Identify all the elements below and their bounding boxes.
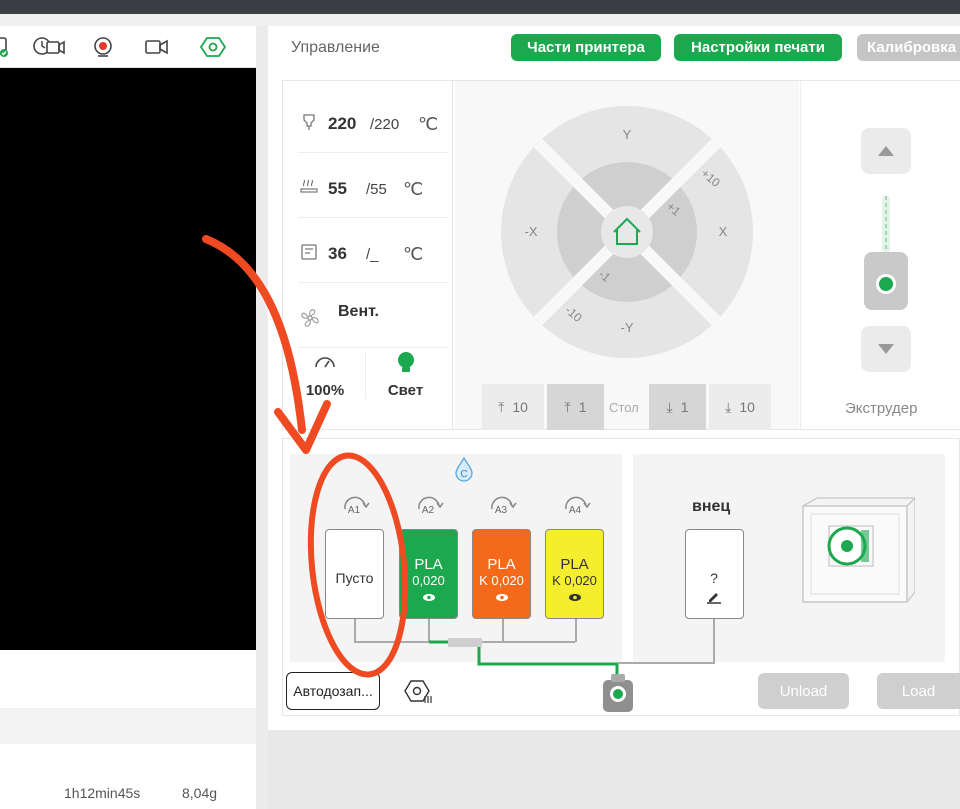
nozzle-temp-row[interactable]: 220 /220 ℃ [298, 89, 448, 153]
print-weight: 8,04g [182, 785, 218, 801]
nozzle-temp-unit: ℃ [418, 114, 439, 134]
video-camera-icon[interactable] [144, 35, 170, 59]
bed-down-10-button[interactable]: ⤓ 10 [709, 384, 771, 430]
slot-a4-k: K 0,020 [552, 573, 597, 588]
ams-settings-icon[interactable] [403, 678, 437, 706]
load-button[interactable]: Load [877, 673, 960, 709]
jog-x-neg[interactable]: -X [525, 224, 538, 239]
chamber-temp-unit: ℃ [403, 244, 424, 264]
print-time: 1h12min45s [64, 785, 141, 801]
eye-icon[interactable] [495, 593, 509, 602]
toolhead-icon [603, 674, 633, 712]
sd-card-icon[interactable] [0, 35, 20, 59]
extrude-down-button[interactable] [861, 326, 911, 372]
window-title-bar [0, 0, 960, 14]
bed-up-10-button[interactable]: ⤒ 10 [482, 384, 544, 430]
fan-label: Вент. [338, 303, 379, 320]
arrow-down-icon: ⤓ [666, 398, 673, 415]
heatbed-icon [300, 178, 318, 196]
bed-up-1-button[interactable]: ⤒ 1 [547, 384, 604, 430]
svg-text:A1: A1 [348, 505, 361, 516]
temperature-column: 220 /220 ℃ 55 /55 ℃ 36 /_ ℃ Вент. 100% С… [283, 81, 453, 429]
external-spool-slot[interactable]: ? [685, 529, 744, 619]
eye-icon[interactable] [422, 593, 436, 602]
tab-print-settings[interactable]: Настройки печати [674, 34, 842, 61]
svg-text:A2: A2 [422, 505, 435, 516]
hex-nut-icon[interactable] [199, 35, 227, 59]
print-info-divider [0, 708, 256, 744]
jog-panel: Y -Y -X X +10 +1 -1 -10 [455, 81, 799, 429]
chamber-temp-current: 36 [328, 244, 347, 263]
slot-a1-label: Пусто [335, 570, 374, 586]
extrude-up-button[interactable] [861, 128, 911, 174]
window-toolbar [0, 14, 960, 26]
tab-printer-parts[interactable]: Части принтера [511, 34, 661, 61]
slot-a4-type: PLA [560, 556, 589, 573]
jog-x-pos[interactable]: X [719, 224, 728, 239]
extruder-graphic [864, 196, 908, 310]
humidity-icon: C [455, 456, 473, 482]
bed-temp-current: 55 [328, 179, 347, 198]
slot-a2-badge-icon: A2 [418, 496, 444, 516]
speedometer-icon [315, 357, 335, 368]
light-bulb-icon [397, 352, 414, 372]
slot-a3-type: PLA [487, 556, 516, 573]
arrow-up-icon: ⤒ [498, 398, 505, 415]
ams-slot-a1[interactable]: Пусто [325, 529, 384, 619]
chamber-icon [300, 243, 318, 261]
arrow-up-icon: ⤒ [564, 398, 571, 415]
page-title: Управление [291, 39, 380, 56]
extruder-label: Экструдер [845, 400, 918, 417]
jog-y-pos[interactable]: Y [623, 127, 632, 142]
eye-icon[interactable] [568, 593, 582, 602]
edit-pen-icon[interactable] [706, 590, 722, 604]
slot-a2-k: 0,020 [412, 573, 445, 588]
bed-temp-unit: ℃ [403, 179, 424, 199]
bed-down-1-button[interactable]: ⤓ 1 [649, 384, 706, 430]
timelapse-camera-icon[interactable] [32, 35, 66, 59]
slot-a1-badge-icon: A1 [344, 496, 370, 516]
xy-jog-pad[interactable]: Y -Y -X X +10 +1 -1 -10 [455, 81, 799, 429]
speed-control[interactable]: 100% [285, 351, 365, 399]
jog-y-neg[interactable]: -Y [621, 320, 634, 335]
slot-a4-badge-icon: A4 [565, 496, 591, 516]
ams-slot-a2[interactable]: PLA 0,020 [399, 529, 458, 619]
camera-view [0, 68, 256, 650]
record-icon[interactable] [90, 35, 116, 59]
bed-temp-target: /55 [366, 181, 387, 198]
bed-temp-row[interactable]: 55 /55 ℃ [298, 154, 448, 218]
light-toggle[interactable]: Свет [365, 351, 445, 399]
external-spool-value: ? [710, 570, 718, 586]
tab-calibration[interactable]: Калибровка [857, 34, 960, 61]
nozzle-icon [300, 113, 318, 131]
slot-a2-type: PLA [414, 556, 443, 573]
panel-separator [256, 26, 268, 809]
ams-slot-a3[interactable]: PLA K 0,020 [472, 529, 531, 619]
auto-refill-button[interactable]: Автодозап... [286, 672, 380, 710]
filament-path [354, 616, 619, 684]
chamber-temp-target: /_ [366, 246, 379, 263]
svg-text:C: C [460, 469, 467, 480]
ams-slot-a4[interactable]: PLA K 0,020 [545, 529, 604, 619]
speed-value: 100% [305, 382, 345, 399]
light-label: Свет [387, 382, 424, 399]
camera-toolbar [0, 26, 256, 68]
bed-label: Стол [609, 400, 639, 415]
svg-text:A3: A3 [495, 505, 508, 516]
chamber-temp-row[interactable]: 36 /_ ℃ [298, 219, 448, 283]
nozzle-temp-target: /220 [370, 116, 400, 133]
slot-a3-badge-icon: A3 [491, 496, 517, 516]
printer-illustration-icon [802, 497, 915, 603]
triangle-up-icon [878, 146, 894, 156]
arrow-down-icon: ⤓ [725, 398, 732, 415]
triangle-down-icon [878, 344, 894, 354]
svg-text:A4: A4 [569, 505, 582, 516]
fan-icon [300, 308, 319, 327]
nozzle-temp-current: 220 [328, 114, 357, 133]
slot-a3-k: K 0,020 [479, 573, 524, 588]
external-spool-label: внец [692, 498, 731, 515]
unload-button[interactable]: Unload [758, 673, 849, 709]
